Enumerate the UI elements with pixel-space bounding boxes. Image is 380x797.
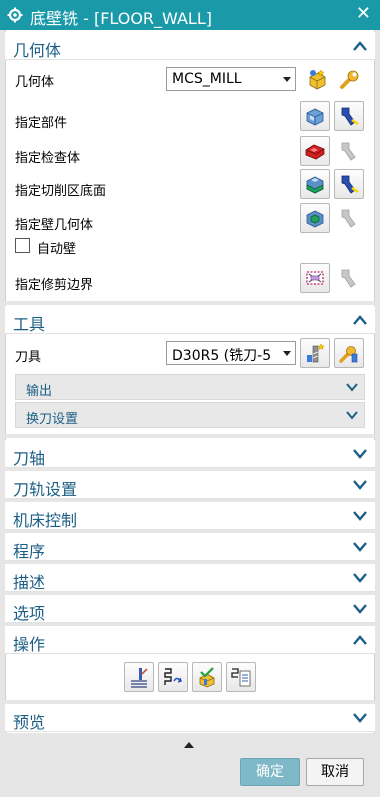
section-machine-control-header[interactable]: 机床控制 xyxy=(5,502,375,530)
edit-geometry-button[interactable] xyxy=(334,64,364,94)
new-tool-button[interactable] xyxy=(300,338,330,368)
section-divider xyxy=(5,301,375,305)
section-preview-label: 预览 xyxy=(13,713,46,732)
verify-toolpath-button[interactable] xyxy=(192,662,222,692)
section-path-settings-header[interactable]: 刀轨设置 xyxy=(5,471,375,499)
auto-wall-label: 自动壁 xyxy=(37,242,77,257)
wall-geometry-icon xyxy=(306,210,324,228)
chevron-up-icon xyxy=(353,41,367,51)
chevron-up-icon xyxy=(353,315,367,325)
auto-wall-checkbox[interactable] xyxy=(15,238,30,253)
dropdown-arrow-icon xyxy=(283,351,291,356)
flashlight-disabled-icon xyxy=(341,269,356,288)
select-wall-button[interactable] xyxy=(300,203,330,233)
close-icon[interactable]: ✕ xyxy=(356,5,371,23)
specify-cut-floor-label: 指定切削区底面 xyxy=(15,184,107,199)
tool-change-label: 换刀设置 xyxy=(26,412,79,427)
list-toolpath-button[interactable] xyxy=(226,662,256,692)
section-program-label: 程序 xyxy=(13,542,46,561)
chevron-down-icon xyxy=(353,542,367,552)
chevron-down-icon xyxy=(353,449,367,459)
dialog-settings-icon xyxy=(7,7,23,23)
tool-select[interactable]: D30R5 (铣刀-5 xyxy=(166,341,296,365)
section-divider xyxy=(5,434,375,438)
flashlight-icon xyxy=(341,175,359,194)
section-options-header[interactable]: 选项 xyxy=(5,595,375,623)
new-geometry-icon xyxy=(309,69,326,90)
section-actions-header[interactable]: 操作 xyxy=(5,626,375,654)
display-cut-floor-button[interactable] xyxy=(334,169,364,199)
section-actions-label: 操作 xyxy=(13,635,46,654)
specify-trim-label: 指定修剪边界 xyxy=(15,278,94,293)
replay-toolpath-icon xyxy=(164,668,182,685)
dropdown-arrow-icon xyxy=(283,77,291,82)
title-bar: 底壁铣 - [FLOOR_WALL] ✕ xyxy=(0,0,380,30)
output-subsection[interactable]: 输出 xyxy=(15,374,365,400)
select-trim-button[interactable] xyxy=(300,263,330,293)
section-tool-header[interactable]: 工具 xyxy=(5,306,375,334)
chevron-down-icon xyxy=(353,713,367,723)
check-body-icon xyxy=(305,144,325,160)
tool-change-subsection[interactable]: 换刀设置 xyxy=(15,402,365,428)
display-part-button[interactable] xyxy=(334,101,364,131)
flashlight-icon xyxy=(341,107,359,126)
flashlight-disabled-icon xyxy=(341,142,356,161)
chevron-down-icon xyxy=(346,383,358,392)
generate-toolpath-icon xyxy=(131,668,148,688)
select-part-button[interactable] xyxy=(300,101,330,131)
replay-toolpath-button[interactable] xyxy=(158,662,188,692)
tool-select-value: D30R5 (铣刀-5 xyxy=(172,348,272,364)
chevron-down-icon xyxy=(353,511,367,521)
display-wall-button[interactable] xyxy=(334,203,364,233)
trim-boundary-icon xyxy=(306,271,324,285)
output-label: 输出 xyxy=(26,384,53,399)
cancel-button[interactable]: 取消 xyxy=(306,758,364,786)
window-title: 底壁铣 - [FLOOR_WALL] xyxy=(30,9,213,28)
section-geometry-label: 几何体 xyxy=(13,41,62,60)
wrench-icon xyxy=(340,70,359,89)
new-tool-icon xyxy=(307,343,325,363)
tool-label: 刀具 xyxy=(15,350,42,365)
specify-wall-label: 指定壁几何体 xyxy=(15,218,94,233)
flashlight-disabled-icon xyxy=(341,209,356,228)
chevron-down-icon xyxy=(353,573,367,583)
display-check-button[interactable] xyxy=(334,136,364,166)
list-toolpath-icon xyxy=(231,668,251,687)
chevron-up-icon xyxy=(353,635,367,645)
verify-toolpath-icon xyxy=(199,667,215,688)
chevron-down-icon xyxy=(346,411,358,420)
geometry-select[interactable]: MCS_MILL xyxy=(166,67,296,91)
section-tool-axis-label: 刀轴 xyxy=(13,449,46,468)
select-check-button[interactable] xyxy=(300,136,330,166)
specify-check-label: 指定检查体 xyxy=(15,151,81,166)
new-geometry-button[interactable] xyxy=(302,64,332,94)
display-trim-button[interactable] xyxy=(334,263,364,293)
chevron-down-icon xyxy=(353,480,367,490)
section-geometry-header[interactable]: 几何体 xyxy=(5,32,375,60)
edit-tool-button[interactable] xyxy=(334,338,364,368)
select-cut-floor-button[interactable] xyxy=(300,169,330,199)
dialog-footer: 确定 取消 xyxy=(0,738,380,797)
ok-button[interactable]: 确定 xyxy=(240,758,300,786)
geometry-label: 几何体 xyxy=(15,75,55,90)
section-path-settings-label: 刀轨设置 xyxy=(13,480,78,499)
section-preview-header[interactable]: 预览 xyxy=(5,704,375,732)
specify-part-label: 指定部件 xyxy=(15,116,68,131)
section-tool-label: 工具 xyxy=(13,315,46,334)
section-machine-control-label: 机床控制 xyxy=(13,511,78,530)
section-options-label: 选项 xyxy=(13,604,46,623)
edit-tool-icon xyxy=(339,346,358,363)
part-body-icon xyxy=(306,108,324,126)
cut-floor-icon xyxy=(306,176,324,194)
generate-toolpath-button[interactable] xyxy=(124,662,154,692)
section-program-header[interactable]: 程序 xyxy=(5,533,375,561)
section-tool-axis-header[interactable]: 刀轴 xyxy=(5,440,375,468)
chevron-down-icon xyxy=(353,604,367,614)
geometry-select-value: MCS_MILL xyxy=(172,71,242,87)
section-description-label: 描述 xyxy=(13,573,46,592)
section-description-header[interactable]: 描述 xyxy=(5,564,375,592)
collapse-up-icon[interactable] xyxy=(184,742,194,748)
